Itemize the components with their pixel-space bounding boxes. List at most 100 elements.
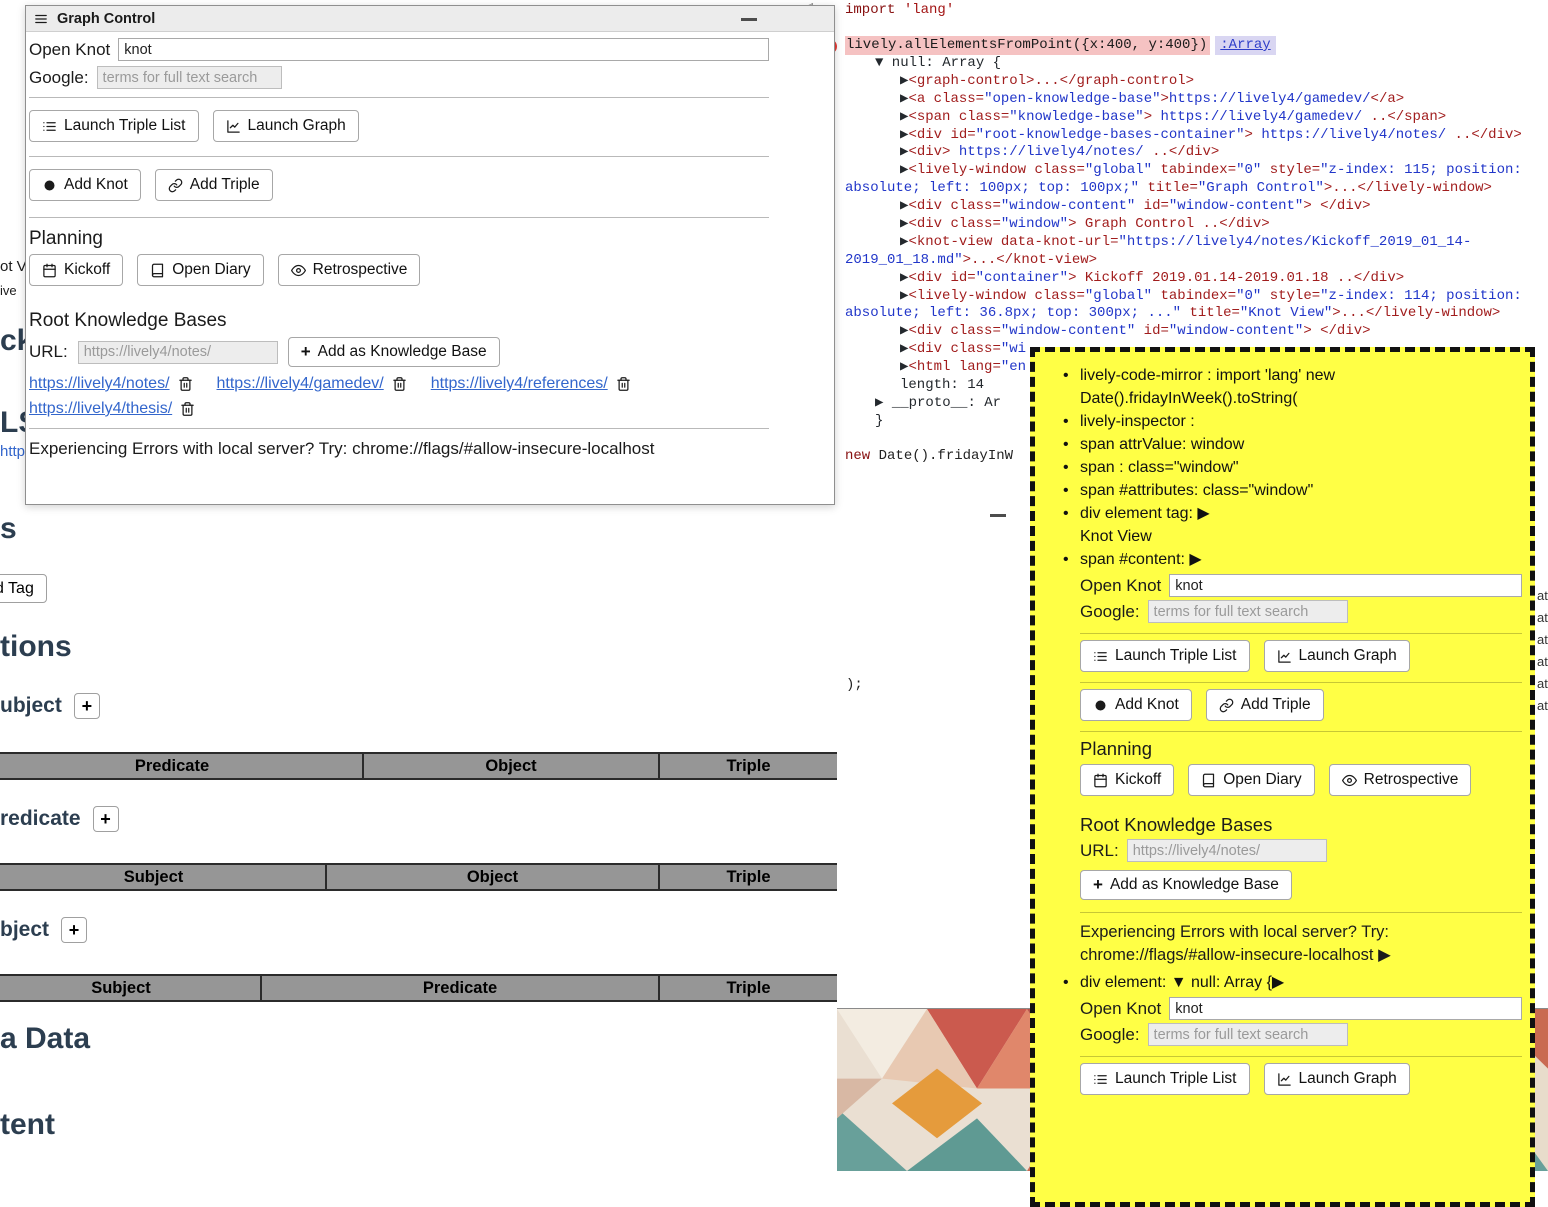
launch-triple-list-button[interactable]: Launch Triple List <box>29 110 199 142</box>
launch-triple-list-button[interactable]: Launch Triple List <box>1080 1063 1250 1095</box>
knowledge-base-link[interactable]: https://lively4/thesis/ <box>29 397 172 420</box>
eye-icon <box>1342 773 1357 788</box>
bullet: • <box>1063 971 1069 994</box>
open-knot-input[interactable] <box>1169 997 1522 1020</box>
url-input[interactable] <box>1127 839 1327 862</box>
trash-icon[interactable] <box>178 376 193 392</box>
separator <box>1080 633 1522 634</box>
heading-fragment-s: s <box>0 512 17 546</box>
google-label: Google: <box>1080 1025 1140 1045</box>
code-line-3[interactable]: lively.allElementsFromPoint({x:400, y:40… <box>845 37 1548 55</box>
retrospective-button[interactable]: Retrospective <box>1329 764 1472 796</box>
secondary-editor-window: ); <box>837 467 1030 1008</box>
knowledge-base-link[interactable]: https://lively4/gamedev/ <box>217 372 384 395</box>
launch-triple-list-button[interactable]: Launch Triple List <box>1080 640 1250 672</box>
kickoff-button[interactable]: Kickoff <box>1080 764 1174 796</box>
subject-heading: ubject <box>0 694 62 718</box>
inspector-line[interactable]: ▼ null: Array { <box>845 55 1548 73</box>
bullet: • <box>1063 548 1069 571</box>
add-knowledge-base-button[interactable]: + Add as Knowledge Base <box>288 337 500 367</box>
tooltip-item: •span #attributes: class="window" <box>1080 479 1522 502</box>
add-knowledge-base-button[interactable]: + Add as Knowledge Base <box>1080 870 1292 900</box>
link-fragment[interactable]: http <box>0 443 25 460</box>
open-knot-input[interactable] <box>118 38 769 61</box>
google-search-input[interactable] <box>1148 600 1348 623</box>
window-titlebar[interactable]: Graph Control <box>26 6 834 32</box>
add-tag-button[interactable]: d Tag <box>0 574 47 603</box>
open-knot-label: Open Knot <box>29 40 110 60</box>
link-icon <box>1219 698 1234 713</box>
launch-graph-button[interactable]: Launch Graph <box>1264 1063 1410 1095</box>
embedded-graph-control: Open Knot Google: Launch Triple List Lau… <box>1080 574 1522 967</box>
circle-icon <box>1093 698 1108 713</box>
inspector-line[interactable]: 2019_01_18.md">...</knot-view> <box>845 252 1548 270</box>
trash-icon[interactable] <box>180 401 195 417</box>
trash-icon[interactable] <box>392 376 407 392</box>
separator <box>1080 682 1522 683</box>
kickoff-button[interactable]: Kickoff <box>29 254 123 286</box>
list-icon <box>1093 649 1108 664</box>
table-header-cell: Object <box>363 753 659 779</box>
inspector-line[interactable]: ▶<span class="knowledge-base"> https://l… <box>845 109 1548 127</box>
inspector-line[interactable]: absolute; left: 36.8px; top: 300px; ..."… <box>845 305 1548 323</box>
hamburger-icon[interactable] <box>34 12 48 26</box>
table-header-cell: Predicate <box>261 975 659 1001</box>
window-title-fragment: ot V <box>0 258 27 275</box>
inspector-line[interactable]: ▶<a class="open-knowledge-base">https://… <box>845 91 1548 109</box>
inspector-line[interactable]: ▶<div> https://lively4/notes/ ..</div> <box>845 144 1548 162</box>
minimize-icon <box>741 18 757 21</box>
open-knot-input[interactable] <box>1169 574 1522 597</box>
add-predicate-button[interactable]: + <box>93 806 119 832</box>
url-label: URL: <box>1080 841 1119 861</box>
inspector-line[interactable]: ▶<graph-control>...</graph-control> <box>845 73 1548 91</box>
expand-arrow-icon[interactable]: ▶ <box>1378 946 1391 964</box>
inspector-line[interactable]: absolute; left: 100px; top: 100px;" titl… <box>845 180 1548 198</box>
plus-icon: + <box>1093 875 1103 895</box>
open-knot-label: Open Knot <box>1080 999 1161 1019</box>
tooltip-item: •span : class="window" <box>1080 456 1522 479</box>
open-diary-button[interactable]: Open Diary <box>1188 764 1314 796</box>
clipped-text-fragment: at <box>1537 654 1548 669</box>
trash-icon[interactable] <box>616 376 631 392</box>
inspector-line[interactable]: ▶<div id="root-knowledge-bases-container… <box>845 127 1548 145</box>
inspector-line[interactable]: ▶<div class="window"> Graph Control ..</… <box>845 216 1548 234</box>
inspector-line[interactable]: ▶<div class="window-content" id="window-… <box>845 198 1548 216</box>
launch-graph-button[interactable]: Launch Graph <box>1264 640 1410 672</box>
tooltip-item: •span attrValue: window <box>1080 433 1522 456</box>
error-highlight: lively.allElementsFromPoint({x:400, y:40… <box>845 36 1210 55</box>
separator <box>29 428 769 429</box>
inspector-line[interactable]: ▶<lively-window class="global" tabindex=… <box>845 162 1548 180</box>
retrospective-button[interactable]: Retrospective <box>278 254 421 286</box>
separator <box>29 97 769 98</box>
add-triple-button[interactable]: Add Triple <box>1206 689 1324 721</box>
separator <box>29 156 769 157</box>
clipped-text-fragment: at <box>1537 698 1548 713</box>
plus-icon: + <box>301 342 311 362</box>
open-diary-button[interactable]: Open Diary <box>137 254 263 286</box>
add-knot-button[interactable]: Add Knot <box>1080 689 1192 721</box>
bullet: • <box>1063 502 1069 525</box>
root-knowledge-bases-heading: Root Knowledge Bases <box>1080 814 1522 836</box>
minimize-button[interactable] <box>990 514 1006 517</box>
launch-graph-button[interactable]: Launch Graph <box>213 110 359 142</box>
add-triple-button[interactable]: Add Triple <box>155 169 273 201</box>
knowledge-base-link[interactable]: https://lively4/references/ <box>431 372 608 395</box>
knowledge-base-item: https://lively4/notes/ <box>29 372 193 395</box>
inspector-tooltip: •lively-code-mirror : import 'lang' new … <box>1030 347 1535 1207</box>
code-line-1[interactable]: import 'lang' <box>845 2 1548 20</box>
open-knot-label: Open Knot <box>1080 576 1161 596</box>
minimize-button[interactable] <box>741 18 757 21</box>
knowledge-base-link[interactable]: https://lively4/notes/ <box>29 372 170 395</box>
graph-control-window[interactable]: Graph Control Open Knot Google: Launch T… <box>25 5 835 505</box>
google-search-input[interactable] <box>97 66 282 89</box>
add-subject-button[interactable]: + <box>74 693 100 719</box>
type-annotation-link[interactable]: :Array <box>1215 36 1275 55</box>
google-search-input[interactable] <box>1148 1023 1348 1046</box>
url-input[interactable] <box>78 341 278 364</box>
add-object-button[interactable]: + <box>61 917 87 943</box>
inspector-line[interactable]: ▶<div id="container"> Kickoff 2019.01.14… <box>845 270 1548 288</box>
add-knot-button[interactable]: Add Knot <box>29 169 141 201</box>
inspector-line[interactable]: ▶<lively-window class="global" tabindex=… <box>845 288 1548 306</box>
inspector-line[interactable]: ▶<knot-view data-knot-url="https://livel… <box>845 234 1548 252</box>
inspector-line[interactable]: ▶<div class="window-content" id="window-… <box>845 323 1548 341</box>
